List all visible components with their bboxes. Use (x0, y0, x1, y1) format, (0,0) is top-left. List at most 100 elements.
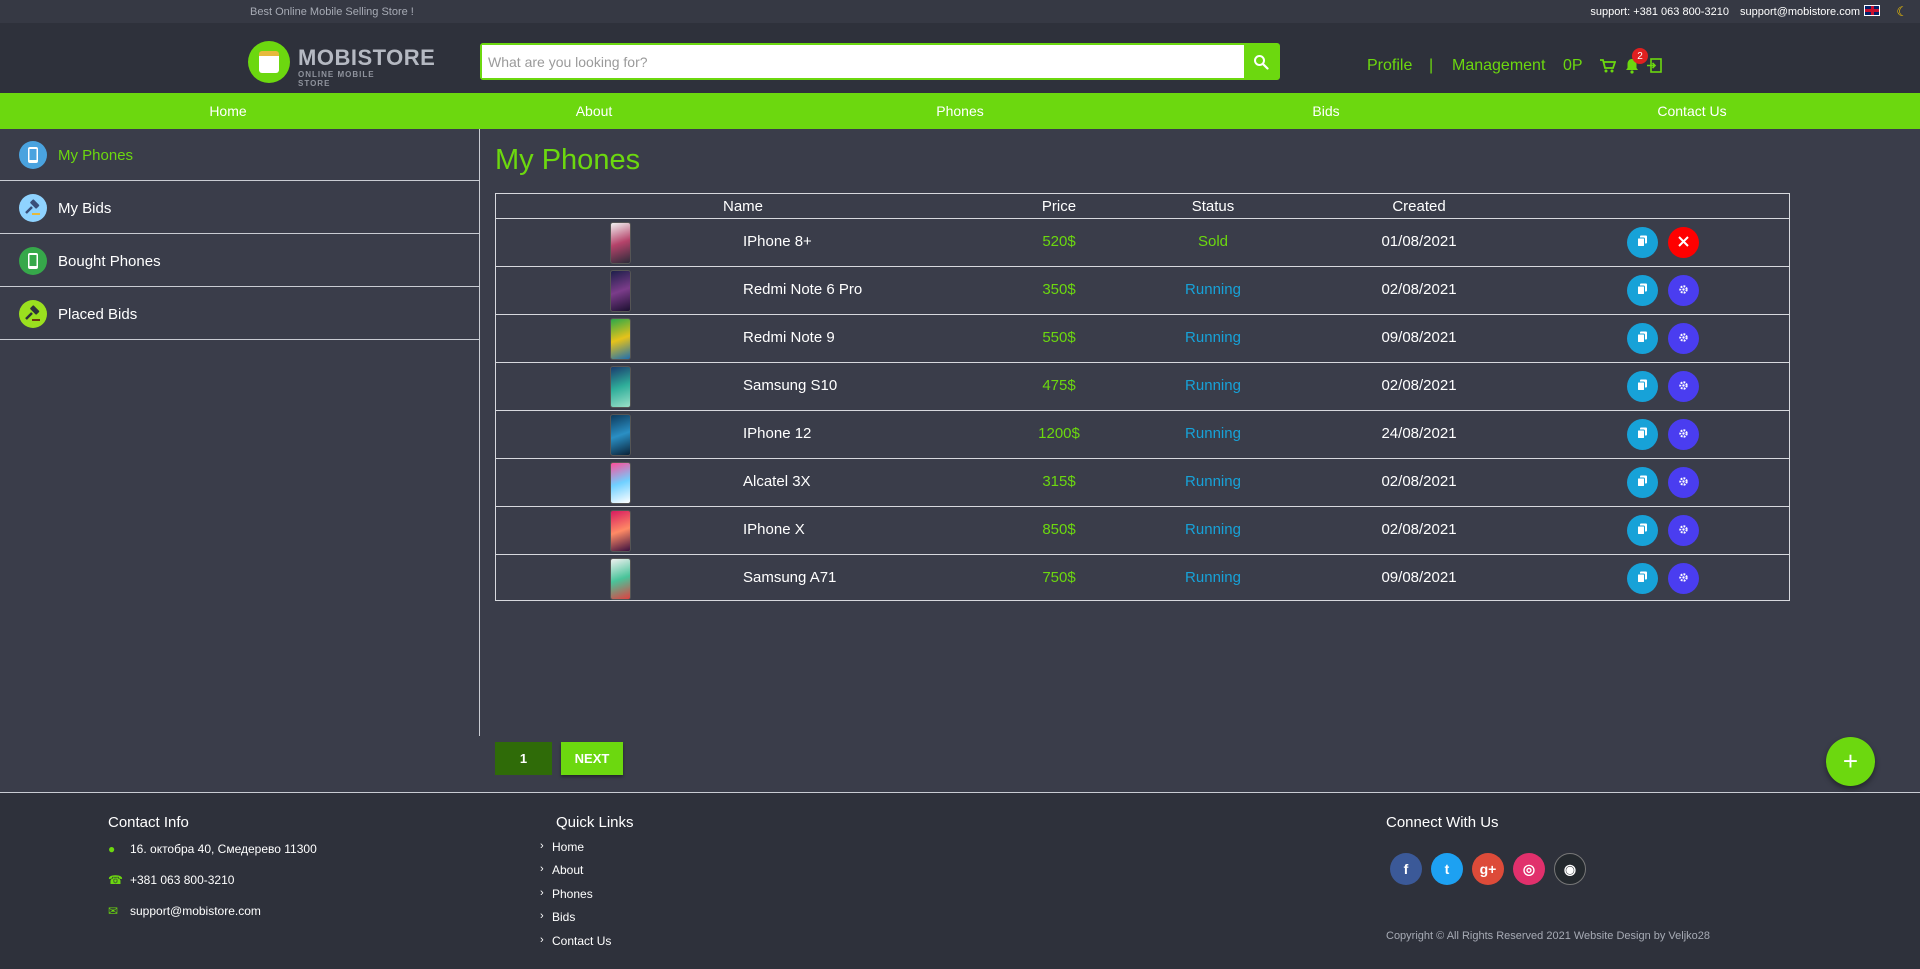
phone-price: 1200$ (1038, 425, 1080, 442)
settings-button[interactable] (1668, 275, 1699, 306)
phone-thumbnail[interactable] (610, 414, 631, 456)
copy-button[interactable] (1627, 227, 1658, 258)
phone-thumbnail[interactable] (610, 366, 631, 408)
nav-about[interactable]: About (576, 103, 613, 119)
settings-button[interactable] (1668, 323, 1699, 354)
add-phone-button[interactable]: + (1826, 737, 1875, 786)
sidebar: My Phones My Bids Bought Phones Placed B… (0, 129, 480, 736)
settings-button[interactable] (1668, 563, 1699, 594)
contact-info-title: Contact Info (108, 814, 189, 831)
delete-button[interactable] (1668, 227, 1699, 258)
profile-link[interactable]: Profile (1367, 57, 1412, 75)
table-row: IPhone X 850$ Running 02/08/2021 (496, 507, 1789, 555)
footer-link-home[interactable]: › Home (540, 840, 584, 854)
page-title: My Phones (495, 144, 641, 176)
chevron-right-icon: › (540, 863, 544, 875)
copy-button[interactable] (1627, 515, 1658, 546)
sidebar-item-label: Placed Bids (58, 306, 138, 323)
page-1-button[interactable]: 1 (495, 742, 552, 775)
created-date: 09/08/2021 (1381, 569, 1457, 586)
search-button[interactable] (1244, 45, 1278, 78)
instagram-icon[interactable]: ◎ (1513, 853, 1545, 885)
footer-link-contact-us[interactable]: › Contact Us (540, 934, 611, 948)
sidebar-item-bought-phones[interactable]: Bought Phones (0, 235, 480, 287)
phone-price: 475$ (1042, 377, 1076, 394)
phone-name[interactable]: IPhone X (743, 521, 805, 538)
logo[interactable]: MOBISTORE ONLINE MOBILE STORE (248, 41, 435, 88)
copy-button[interactable] (1627, 467, 1658, 498)
top-info-bar: Best Online Mobile Selling Store ! suppo… (0, 0, 1920, 23)
top-email[interactable]: support@mobistore.com (1740, 6, 1860, 18)
settings-button[interactable] (1668, 515, 1699, 546)
footer-email-text[interactable]: support@mobistore.com (130, 904, 261, 918)
nav-separator: | (1429, 57, 1434, 74)
phone-thumbnail[interactable] (610, 558, 631, 600)
phone-name[interactable]: Redmi Note 9 (743, 329, 835, 346)
gear-icon (1678, 474, 1689, 491)
cart-icon[interactable] (1600, 59, 1616, 73)
footer: Contact Info ● 16. октобра 40, Смедерево… (0, 792, 1920, 969)
gear-icon (1678, 522, 1689, 539)
twitter-icon[interactable]: t (1431, 853, 1463, 885)
phone-name[interactable]: IPhone 8+ (743, 233, 812, 250)
phone-name[interactable]: Samsung A71 (743, 569, 836, 586)
phone-name[interactable]: Alcatel 3X (743, 473, 811, 490)
nav-bids[interactable]: Bids (1312, 103, 1339, 119)
gear-icon (1678, 570, 1689, 587)
google-plus-icon[interactable]: g+ (1472, 853, 1504, 885)
settings-button[interactable] (1668, 467, 1699, 498)
management-link[interactable]: Management (1452, 57, 1545, 75)
phone-name[interactable]: IPhone 12 (743, 425, 811, 442)
sidebar-item-label: My Bids (58, 200, 112, 217)
status-badge: Running (1185, 569, 1241, 586)
sidebar-item-my-bids[interactable]: My Bids (0, 182, 480, 234)
search-input[interactable] (482, 45, 1242, 78)
top-phone: support: +381 063 800-3210 (1590, 6, 1729, 18)
phone-thumbnail[interactable] (610, 462, 631, 504)
next-page-button[interactable]: NEXT (561, 742, 623, 775)
footer-link-phones[interactable]: › Phones (540, 887, 593, 901)
copy-button[interactable] (1627, 563, 1658, 594)
sidebar-item-placed-bids[interactable]: Placed Bids (0, 288, 480, 340)
sidebar-item-label: My Phones (58, 147, 134, 164)
footer-link-bids[interactable]: › Bids (540, 910, 575, 924)
moon-icon[interactable]: ☾ (1896, 4, 1908, 20)
copy-button[interactable] (1627, 275, 1658, 306)
sidebar-item-label: Bought Phones (58, 253, 161, 270)
search-icon (1254, 54, 1269, 70)
settings-button[interactable] (1668, 419, 1699, 450)
phone-price: 520$ (1042, 233, 1076, 250)
points-balance[interactable]: 0P (1563, 57, 1583, 75)
footer-link-about[interactable]: › About (540, 863, 583, 877)
phone-thumbnail[interactable] (610, 318, 631, 360)
table-row: Redmi Note 9 550$ Running 09/08/2021 (496, 315, 1789, 363)
nav-home[interactable]: Home (209, 103, 246, 119)
phone-name[interactable]: Redmi Note 6 Pro (743, 281, 862, 298)
phone-thumbnail[interactable] (610, 222, 631, 264)
close-icon (1678, 234, 1689, 251)
copy-icon (1637, 474, 1648, 491)
phone-thumbnail[interactable] (610, 510, 631, 552)
logout-icon[interactable] (1647, 58, 1662, 73)
created-date: 02/08/2021 (1381, 377, 1457, 394)
settings-button[interactable] (1668, 371, 1699, 402)
nav-phones[interactable]: Phones (936, 103, 983, 119)
main-nav: Home About Phones Bids Contact Us (0, 93, 1920, 129)
copy-button[interactable] (1627, 323, 1658, 354)
chevron-right-icon: › (540, 934, 544, 946)
sidebar-item-my-phones[interactable]: My Phones (0, 129, 480, 181)
phone-thumbnail[interactable] (610, 270, 631, 312)
nav-contact-us[interactable]: Contact Us (1657, 103, 1726, 119)
created-date: 24/08/2021 (1381, 425, 1457, 442)
phone-name[interactable]: Samsung S10 (743, 377, 837, 394)
table-row: Redmi Note 6 Pro 350$ Running 02/08/2021 (496, 267, 1789, 315)
chevron-right-icon: › (540, 910, 544, 922)
github-icon[interactable]: ◉ (1554, 853, 1586, 885)
copy-icon (1637, 330, 1648, 347)
uk-flag-icon[interactable] (1864, 5, 1880, 16)
copy-button[interactable] (1627, 419, 1658, 450)
chevron-right-icon: › (540, 840, 544, 852)
facebook-icon[interactable]: f (1390, 853, 1422, 885)
copy-button[interactable] (1627, 371, 1658, 402)
footer-address: ● 16. октобра 40, Смедерево 11300 (108, 842, 317, 856)
